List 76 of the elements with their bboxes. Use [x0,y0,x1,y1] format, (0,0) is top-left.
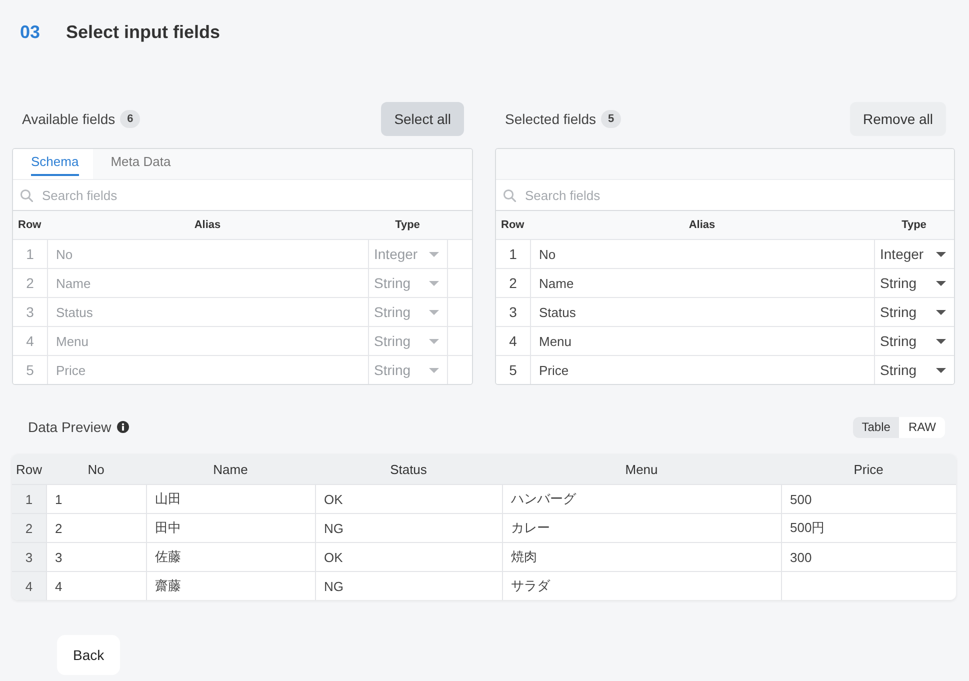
row-number: 1 [508,245,518,264]
search-field[interactable]: Search fields [525,180,954,210]
count-badge: 6 [120,110,140,128]
caret-icon [936,338,946,344]
search-icon [20,188,33,202]
column-header: Alias [688,219,716,231]
column-header: Price [854,462,884,476]
row-number: 3 [508,303,518,322]
table-cell: OK [315,543,502,571]
caret-icon [429,252,439,256]
column-header: Status [390,462,427,476]
alias-cell: Price [530,356,874,384]
column-header: Row [17,219,42,231]
caret-icon [936,280,946,286]
type-dropdown[interactable]: String [874,356,954,384]
row-number: 4 [25,332,35,351]
column-header: Type [902,219,926,231]
step-title: Select input fields [66,21,220,44]
table-cell: 1 [46,485,146,513]
table-cell: 2 [46,514,146,542]
column-header: No [88,462,104,476]
table-cell: 佐藤 [146,543,315,571]
row-number: 4 [12,572,46,600]
caret-icon [429,310,439,314]
table-cell: 500円 [781,514,956,542]
column-header: Name [213,462,248,476]
table-cell: 3 [46,543,146,571]
caret-icon [936,310,946,314]
row-number: 1 [12,485,46,513]
table-cell: カレー [502,514,781,542]
row-number: 2 [25,274,35,293]
table-cell: 4 [46,572,146,600]
table-cell: 500 [781,485,956,513]
column-header: Type [395,219,420,231]
column-header: Row [15,462,42,476]
table-cell: NG [315,514,502,542]
section-label: Available fields [22,111,116,127]
table-cell: ハンバーグ [502,485,781,513]
caret-icon [429,338,439,344]
count-badge: 5 [601,110,622,128]
table-cell: 山田 [146,485,315,513]
section-label: Selected fields [505,111,596,127]
view-tab[interactable]: Table [852,416,900,438]
back-button[interactable]: Back [57,635,120,675]
alias-cell: Price [47,356,368,384]
info-icon [117,421,130,433]
row-number: 3 [25,303,35,322]
caret-icon [936,252,946,256]
caret-icon [429,368,439,372]
caret-icon [936,368,946,372]
column-header: Alias [194,219,221,231]
table-cell: 焼肉 [502,543,781,571]
step-number: 03 [20,22,42,42]
bulk-action-button[interactable]: Remove all [850,102,946,136]
column-header: Menu [625,462,658,476]
table-cell: 齋藤 [146,572,315,600]
row-number: 2 [508,274,518,293]
table-cell: NG [315,572,502,600]
row-number: 5 [25,361,35,380]
tab[interactable]: Schema [13,149,93,179]
row-number: 2 [12,514,46,542]
table-cell: 300 [781,543,956,571]
table-cell: サラダ [502,572,781,600]
bulk-action-button[interactable]: Select all [381,102,464,136]
row-number: 5 [508,361,518,380]
tab[interactable]: Meta Data [92,149,185,179]
caret-icon [429,280,439,286]
column-header: Row [500,219,524,231]
row-number: 1 [25,245,35,264]
search-icon [503,188,516,202]
table-cell: OK [315,485,502,513]
table-cell: 田中 [146,514,315,542]
row-number: 4 [508,332,518,351]
section-label: Data Preview [28,419,112,435]
search-field[interactable]: Search fields [42,180,472,210]
row-number: 3 [12,543,46,571]
